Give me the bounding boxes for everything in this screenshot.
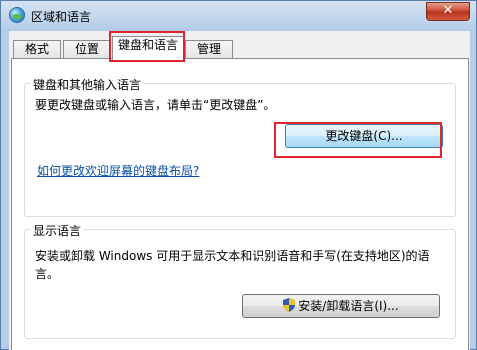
tab-format[interactable]: 格式 [13, 40, 61, 59]
dialog-window: 区域和语言 ✕ 格式 位置 键盘和语言 管理 键盘和其他输入语言 要更改键盘或输… [0, 0, 477, 350]
display-language-description-2: 言。 [35, 267, 60, 281]
tab-keyboard-language[interactable]: 键盘和语言 [112, 36, 184, 60]
keyboard-layout-help-link[interactable]: 如何更改欢迎屏幕的键盘布局? [37, 162, 199, 179]
change-keyboard-button[interactable]: 更改键盘(C)... [285, 124, 443, 148]
tab-strip: 格式 位置 键盘和语言 管理 [11, 36, 471, 60]
keyboard-description: 要更改键盘或输入语言，请单击“更改键盘”。 [35, 98, 276, 112]
tab-location[interactable]: 位置 [63, 40, 111, 59]
install-uninstall-languages-label: 安装/卸载语言(I)... [298, 299, 399, 313]
client-area: 格式 位置 键盘和语言 管理 键盘和其他输入语言 要更改键盘或输入语言，请单击“… [9, 31, 470, 350]
display-language-group: 显示语言 安装或卸载 Windows 可用于显示文本和识别语音和手写(在支持地区… [24, 222, 456, 339]
close-button[interactable]: ✕ [426, 2, 470, 21]
install-uninstall-languages-button[interactable]: 安装/卸载语言(I)... [242, 294, 440, 318]
tab-administrative[interactable]: 管理 [185, 40, 233, 59]
window-title: 区域和语言 [31, 10, 92, 24]
display-language-description-1: 安装或卸载 Windows 可用于显示文本和识别语音和手写(在支持地区)的语 [35, 249, 430, 263]
keyboard-group-title: 键盘和其他输入语言 [31, 76, 144, 93]
display-language-group-title: 显示语言 [31, 222, 84, 239]
title-bar: 区域和语言 ✕ [1, 1, 476, 31]
globe-icon [9, 7, 25, 23]
keyboard-group: 键盘和其他输入语言 要更改键盘或输入语言，请单击“更改键盘”。 更改键盘(C).… [24, 76, 456, 217]
tab-panel: 键盘和其他输入语言 要更改键盘或输入语言，请单击“更改键盘”。 更改键盘(C).… [11, 58, 469, 350]
uac-shield-icon [283, 297, 296, 312]
